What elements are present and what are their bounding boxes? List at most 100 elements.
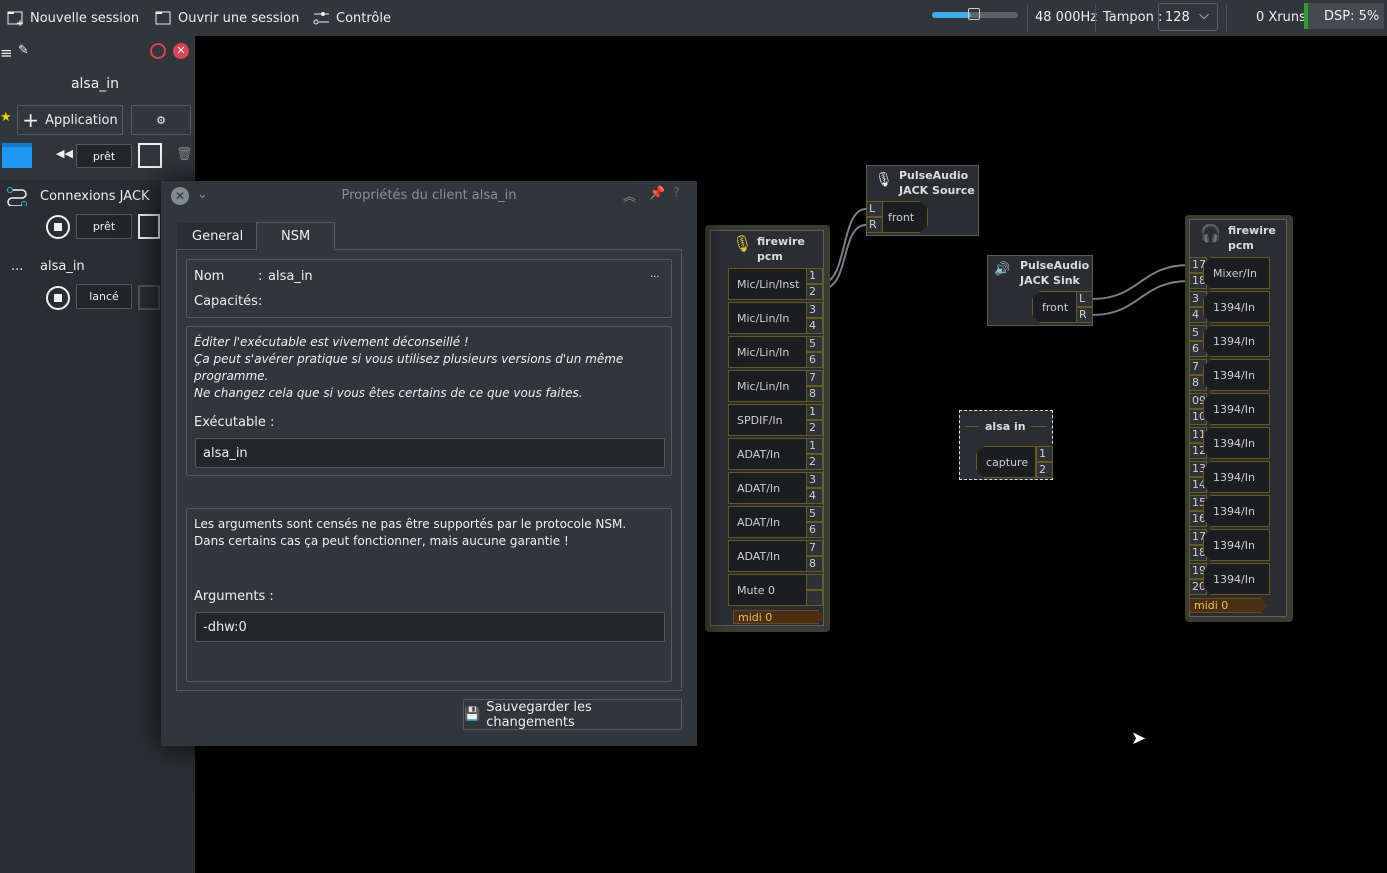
save-icon: 💾 xyxy=(464,707,481,722)
node-title: firewire xyxy=(1228,224,1276,237)
port[interactable]: Mixer/In xyxy=(1203,257,1270,289)
port[interactable]: 1394/In xyxy=(1203,359,1270,391)
port[interactable]: Mic/Lin/In xyxy=(728,302,814,334)
port-number[interactable] xyxy=(806,590,823,606)
arguments-label: Arguments : xyxy=(194,589,274,604)
port[interactable]: Mute 0 xyxy=(728,574,814,606)
node-title: pcm xyxy=(757,250,783,263)
port-number[interactable]: 1 xyxy=(806,268,823,284)
executable-label: Exécutable : xyxy=(194,415,275,430)
port-number[interactable]: 2 xyxy=(1036,462,1053,478)
node-title: pcm xyxy=(1228,239,1254,252)
port[interactable]: 1394/In xyxy=(1203,427,1270,459)
separator: : xyxy=(258,294,263,309)
info-line: Les arguments sont censés ne pas être su… xyxy=(194,517,627,531)
port[interactable]: Mic/Lin/Inst xyxy=(728,268,814,300)
port-number[interactable]: 5 xyxy=(806,336,823,352)
warning-line: Ne changez cela que si vous êtes certain… xyxy=(194,386,583,400)
port[interactable]: 1394/In xyxy=(1203,495,1270,527)
port[interactable]: Mic/Lin/In xyxy=(728,370,814,402)
executable-input[interactable]: alsa_in xyxy=(195,438,665,468)
port-number[interactable]: 3 xyxy=(806,302,823,318)
port[interactable]: 1394/In xyxy=(1203,563,1270,595)
save-changes-button[interactable]: 💾 Sauvegarder les changements xyxy=(463,699,682,730)
tab-label: General xyxy=(192,229,244,244)
microphone-icon: 🎙 xyxy=(732,234,753,253)
port[interactable]: capture xyxy=(976,446,1036,478)
speaker-icon: 🔊 xyxy=(994,262,1011,277)
headphones-icon: 🎧 xyxy=(1200,224,1222,244)
arguments-input[interactable]: -dhw:0 xyxy=(195,612,665,642)
tab-label: NSM xyxy=(281,229,311,244)
port-number[interactable]: 2 xyxy=(806,420,823,436)
port-number[interactable]: 3 xyxy=(806,472,823,488)
node-title: alsa in xyxy=(985,420,1026,433)
port-number[interactable]: L xyxy=(866,201,884,217)
port-number[interactable]: 4 xyxy=(806,488,823,504)
arguments-info: Les arguments sont censés ne pas être su… xyxy=(194,516,626,550)
port-number[interactable]: 1 xyxy=(806,438,823,454)
port-number[interactable]: 8 xyxy=(806,556,823,572)
port-number[interactable]: 2 xyxy=(806,284,823,300)
port[interactable]: front xyxy=(1032,291,1078,323)
warning-line: Éditer l'exécutable est vivement déconse… xyxy=(194,335,469,349)
port[interactable]: ADAT/In xyxy=(728,438,814,470)
tab-panel: Nom : alsa_in ... Capacités : Éditer l'e… xyxy=(176,249,682,691)
port-number[interactable] xyxy=(806,574,823,590)
port[interactable]: 1394/In xyxy=(1203,291,1270,323)
port[interactable]: front xyxy=(882,201,928,233)
help-icon[interactable]: ? xyxy=(673,186,680,201)
mouse-cursor-icon: ➤ xyxy=(1131,728,1147,749)
capabilities-label: Capacités xyxy=(194,294,258,309)
port-number[interactable]: 6 xyxy=(806,522,823,538)
dialog-title: Propriétés du client alsa_in xyxy=(341,188,517,203)
node-title: firewire xyxy=(757,235,805,248)
keep-above-icon[interactable]: ︽ xyxy=(623,186,636,205)
port-number[interactable]: 2 xyxy=(806,454,823,470)
port-number[interactable]: 8 xyxy=(806,386,823,402)
port[interactable]: 1394/In xyxy=(1203,461,1270,493)
port[interactable]: SPDIF/In xyxy=(728,404,814,436)
port-number[interactable]: 5 xyxy=(806,506,823,522)
warning-line: Ça peut s'avérer pratique si vous utilis… xyxy=(194,352,624,383)
port-number[interactable]: L xyxy=(1076,291,1093,307)
port[interactable]: 1394/In xyxy=(1203,325,1270,357)
arguments-group: Les arguments sont censés ne pas être su… xyxy=(186,508,672,682)
microphone-icon: 🎙 xyxy=(875,172,893,188)
port[interactable]: ADAT/In xyxy=(728,506,814,538)
executable-group: Éditer l'exécutable est vivement déconse… xyxy=(186,326,672,476)
port-number[interactable]: 4 xyxy=(806,318,823,334)
executable-warning: Éditer l'exécutable est vivement déconse… xyxy=(194,334,671,402)
name-label: Nom xyxy=(194,269,225,284)
port-number[interactable]: R xyxy=(866,217,884,233)
port-number[interactable]: 7 xyxy=(806,540,823,556)
port[interactable]: 1394/In xyxy=(1203,393,1270,425)
client-properties-dialog: ✕ ⌄ Propriétés du client alsa_in ︽ 📌 ? G… xyxy=(161,181,697,746)
midi-port[interactable]: midi 0 xyxy=(1189,598,1267,613)
port-number[interactable]: 6 xyxy=(806,352,823,368)
midi-port[interactable]: midi 0 xyxy=(733,610,824,624)
title-line xyxy=(1031,426,1047,427)
arguments-value: -dhw:0 xyxy=(203,619,247,635)
port-number[interactable]: R xyxy=(1076,307,1093,323)
port[interactable]: 1394/In xyxy=(1203,529,1270,561)
tab-general[interactable]: General xyxy=(177,223,256,251)
port[interactable]: Mic/Lin/In xyxy=(728,336,814,368)
more-button[interactable]: ... xyxy=(650,269,660,280)
info-line: Dans certains cas ça peut fonctionner, m… xyxy=(194,534,569,548)
port[interactable]: ADAT/In xyxy=(728,472,814,504)
pin-icon[interactable]: 📌 xyxy=(649,186,665,201)
port-number[interactable]: 7 xyxy=(806,370,823,386)
port-number[interactable]: 1 xyxy=(1036,446,1053,462)
save-changes-label: Sauvegarder les changements xyxy=(486,699,592,730)
port-number[interactable]: 1 xyxy=(806,404,823,420)
node-title: JACK Source xyxy=(899,184,975,197)
tab-nsm[interactable]: NSM xyxy=(256,222,335,251)
node-title: PulseAudio xyxy=(1020,259,1090,272)
name-value: alsa_in xyxy=(268,269,313,284)
node-title: PulseAudio xyxy=(899,169,969,182)
port[interactable]: ADAT/In xyxy=(728,540,814,572)
node-title: JACK Sink xyxy=(1020,274,1080,287)
info-group: Nom : alsa_in ... Capacités : xyxy=(186,259,672,318)
separator: : xyxy=(258,269,263,284)
